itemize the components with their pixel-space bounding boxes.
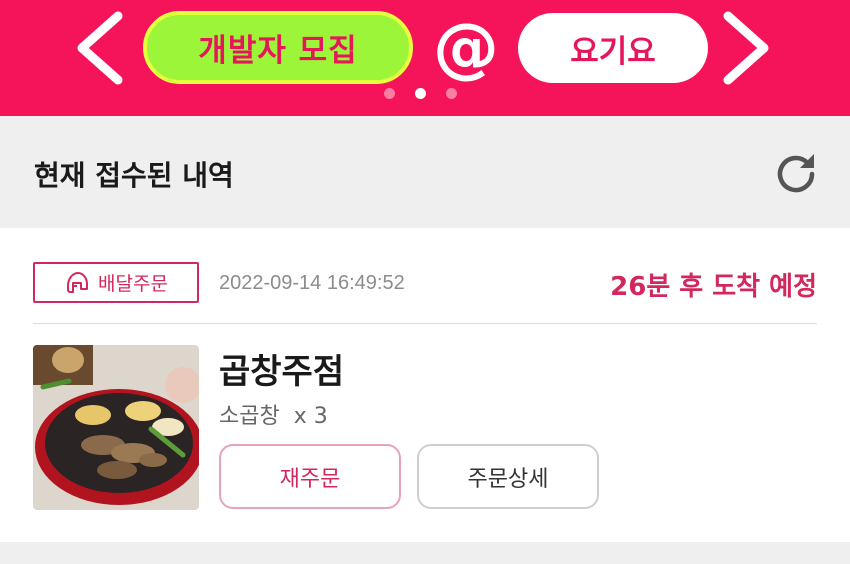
carousel-indicator [384, 88, 457, 99]
order-detail-button[interactable]: 주문상세 [417, 444, 599, 509]
order-timestamp: 2022-09-14 16:49:52 [219, 272, 405, 294]
food-thumbnail[interactable] [33, 345, 199, 510]
yogiyo-brand-pill: 요기요 [518, 13, 708, 83]
bottom-strip [0, 542, 850, 564]
promo-banner[interactable]: 개발자 모집 @ 요기요 [0, 0, 850, 116]
arrival-eta: 26분 후 도착 예정 [610, 272, 817, 302]
at-symbol: @ [433, 8, 499, 86]
section-title: 현재 접수된 내역 [34, 159, 234, 192]
refresh-icon[interactable] [770, 148, 822, 200]
delivery-order-badge: 배달주문 [33, 262, 199, 303]
carousel-dot[interactable] [446, 88, 457, 99]
chevron-left-icon[interactable] [70, 10, 130, 86]
order-type-label: 배달주문 [98, 273, 168, 295]
menu-item-quantity: x 3 [293, 404, 328, 429]
store-name: 곱창주점 [219, 352, 345, 392]
delivery-helmet-icon [67, 271, 89, 293]
chevron-right-icon[interactable] [716, 10, 776, 86]
menu-summary: 소곱창 x 3 [219, 398, 328, 430]
order-card: 배달주문 2022-09-14 16:49:52 26분 후 도착 예정 곱창주… [0, 228, 850, 542]
reorder-button[interactable]: 재주문 [219, 444, 401, 509]
menu-item-name: 소곱창 [219, 404, 280, 429]
developer-recruit-pill: 개발자 모집 [143, 11, 413, 84]
divider [33, 323, 817, 324]
carousel-dot[interactable] [384, 88, 395, 99]
carousel-dot-active[interactable] [415, 88, 426, 99]
section-header: 현재 접수된 내역 [0, 116, 850, 228]
